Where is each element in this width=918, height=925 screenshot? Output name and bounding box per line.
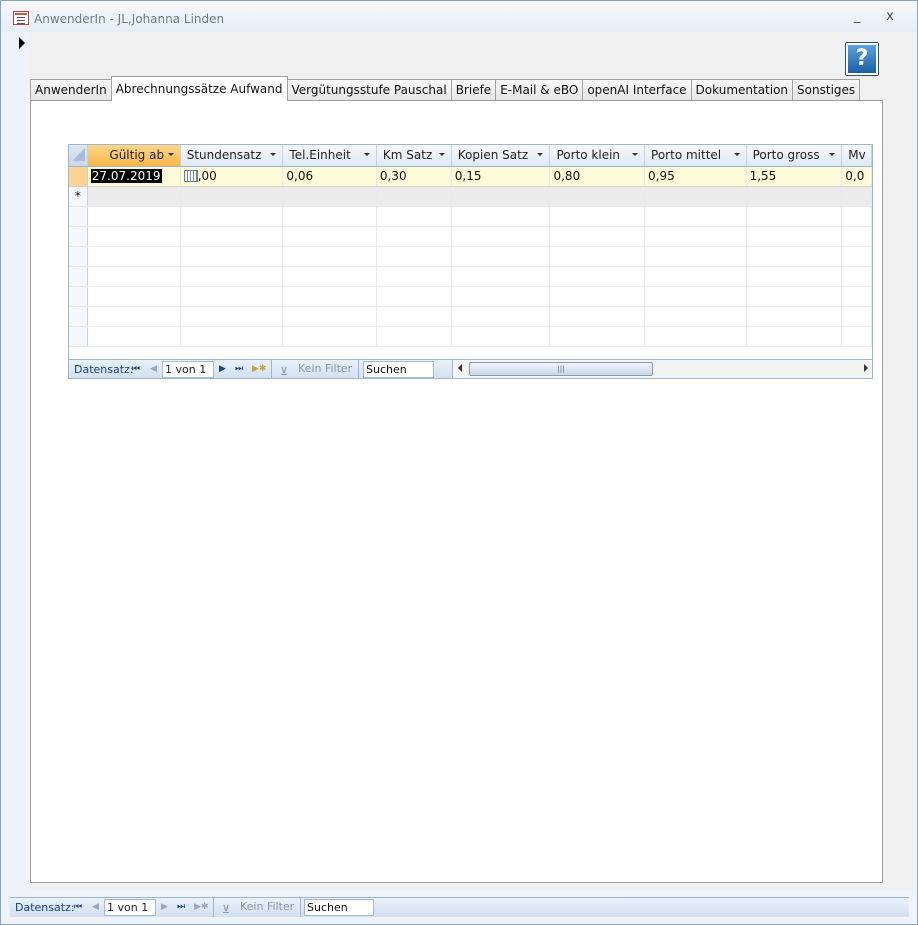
tab-briefe[interactable]: Briefe xyxy=(450,79,497,101)
column-header-stundensatz[interactable]: Stundensatz xyxy=(180,145,284,167)
filter-toggle-button[interactable]: ⊻ Kein Filter xyxy=(213,898,301,917)
tab-sonstiges[interactable]: Sonstiges xyxy=(792,79,861,101)
tab-abrechnungssaetze-aufwand[interactable]: Abrechnungssätze Aufwand xyxy=(110,76,288,101)
cell-mv[interactable]: 0,0 xyxy=(841,166,872,187)
column-dropdown-icon[interactable] xyxy=(167,153,174,156)
cell-porto-gross[interactable]: 1,55 xyxy=(746,166,843,187)
cell-kopien-satz[interactable]: 0,15 xyxy=(451,166,551,187)
form-window: AnwenderIn - JL,Johanna Linden _ x ? Anw… xyxy=(0,0,918,925)
first-record-icon[interactable]: ⏮ xyxy=(74,901,82,913)
new-record-icon: * xyxy=(69,186,88,207)
scrollbar-thumb[interactable]: ||| xyxy=(469,362,653,376)
record-nav-label: Datensatz: xyxy=(15,901,75,914)
horizontal-scrollbar[interactable]: ||| xyxy=(453,360,872,378)
column-dropdown-icon[interactable] xyxy=(270,153,277,156)
record-nav-label: Datensatz: xyxy=(74,363,134,376)
next-record-icon[interactable]: ▶ xyxy=(161,901,168,913)
tab-page-abrechnungssaetze: Gültig ab Stundensatz Tel.Einheit Km Sat… xyxy=(30,100,883,883)
record-position-input[interactable]: 1 von 1 xyxy=(162,361,214,378)
previous-record-icon[interactable]: ◀ xyxy=(150,363,157,375)
table-row: 27.07.2019 ,00 0,06 0,30 0,15 0,80 0,95 … xyxy=(69,166,872,187)
record-position-input[interactable]: 1 von 1 xyxy=(104,899,156,916)
subform-record-navigation: Datensatz: ⏮ ◀ 1 von 1 ▶ ⏭ ▶✱ ⊻ Kein Fil… xyxy=(69,359,872,378)
current-record-arrow-icon xyxy=(19,37,25,49)
cell-stundensatz[interactable]: ,00 xyxy=(180,166,284,187)
last-record-icon[interactable]: ⏭ xyxy=(235,363,243,375)
rates-datasheet: Gültig ab Stundensatz Tel.Einheit Km Sat… xyxy=(68,144,873,379)
column-dropdown-icon[interactable] xyxy=(438,153,445,156)
window-title: AnwenderIn - JL,Johanna Linden xyxy=(34,12,225,26)
calendar-icon[interactable] xyxy=(183,170,198,182)
form-icon xyxy=(13,11,29,25)
filter-icon: ⊻ xyxy=(222,903,231,916)
new-record-nav-icon[interactable]: ▶✱ xyxy=(194,901,208,913)
search-input[interactable]: Suchen xyxy=(304,899,374,916)
column-dropdown-icon[interactable] xyxy=(537,153,544,156)
column-header-km-satz[interactable]: Km Satz xyxy=(376,145,452,167)
select-all-corner[interactable] xyxy=(69,145,88,167)
last-record-icon[interactable]: ⏭ xyxy=(177,901,185,913)
column-dropdown-icon[interactable] xyxy=(363,153,370,156)
search-input[interactable]: Suchen xyxy=(363,361,434,378)
form-body: ? AnwenderIn Abrechnungssätze Aufwand Ve… xyxy=(30,32,914,890)
column-header-porto-gross[interactable]: Porto gross xyxy=(746,145,843,167)
tab-verguetungsstufe-pauschal[interactable]: Vergütungsstufe Pauschal xyxy=(286,79,452,101)
cell-tel-einheit[interactable]: 0,06 xyxy=(282,166,377,187)
title-bar[interactable]: AnwenderIn - JL,Johanna Linden _ x xyxy=(1,1,917,32)
select-all-icon xyxy=(72,148,85,161)
first-record-icon[interactable]: ⏮ xyxy=(132,363,140,375)
previous-record-icon[interactable]: ◀ xyxy=(92,901,99,913)
next-record-icon[interactable]: ▶ xyxy=(219,363,226,375)
column-dropdown-icon[interactable] xyxy=(733,153,740,156)
column-header-porto-klein[interactable]: Porto klein xyxy=(549,145,646,167)
tab-anwenderin[interactable]: AnwenderIn xyxy=(30,79,112,101)
new-record-nav-icon[interactable]: ▶✱ xyxy=(252,363,266,375)
column-header-porto-mittel[interactable]: Porto mittel xyxy=(644,145,747,167)
row-selector[interactable] xyxy=(69,166,88,187)
help-button[interactable]: ? xyxy=(845,42,879,76)
form-record-navigation: Datensatz: ⏮ ◀ 1 von 1 ▶ ⏭ ▶✱ ⊻ Kein Fil… xyxy=(10,897,909,917)
help-icon: ? xyxy=(848,45,876,73)
header-row: Gültig ab Stundensatz Tel.Einheit Km Sat… xyxy=(69,145,872,167)
cell-porto-mittel[interactable]: 0,95 xyxy=(644,166,747,187)
column-header-mv[interactable]: Mv xyxy=(841,145,872,167)
minimize-button[interactable]: _ xyxy=(844,7,870,27)
filter-icon: ⊻ xyxy=(280,365,289,378)
new-record-row[interactable]: * xyxy=(69,186,872,207)
column-dropdown-icon[interactable] xyxy=(829,153,836,156)
tab-email-ebo[interactable]: E-Mail & eBO xyxy=(495,79,584,101)
cell-porto-klein[interactable]: 0,80 xyxy=(549,166,646,187)
scroll-left-icon[interactable] xyxy=(458,364,462,372)
filter-toggle-button[interactable]: ⊻ Kein Filter xyxy=(271,360,359,378)
column-header-tel-einheit[interactable]: Tel.Einheit xyxy=(282,145,377,167)
column-header-gueltig-ab[interactable]: Gültig ab xyxy=(87,145,181,167)
tab-openai-interface[interactable]: openAI Interface xyxy=(582,79,692,101)
tab-strip: AnwenderIn Abrechnungssätze Aufwand Verg… xyxy=(30,76,861,101)
column-dropdown-icon[interactable] xyxy=(632,153,639,156)
cell-gueltig-ab[interactable]: 27.07.2019 xyxy=(87,166,181,187)
tab-dokumentation[interactable]: Dokumentation xyxy=(690,79,794,101)
scroll-right-icon[interactable] xyxy=(864,364,868,372)
close-button[interactable]: x xyxy=(877,7,903,27)
cell-km-satz[interactable]: 0,30 xyxy=(376,166,452,187)
column-header-kopien-satz[interactable]: Kopien Satz xyxy=(451,145,551,167)
form-record-selector[interactable] xyxy=(10,32,31,890)
